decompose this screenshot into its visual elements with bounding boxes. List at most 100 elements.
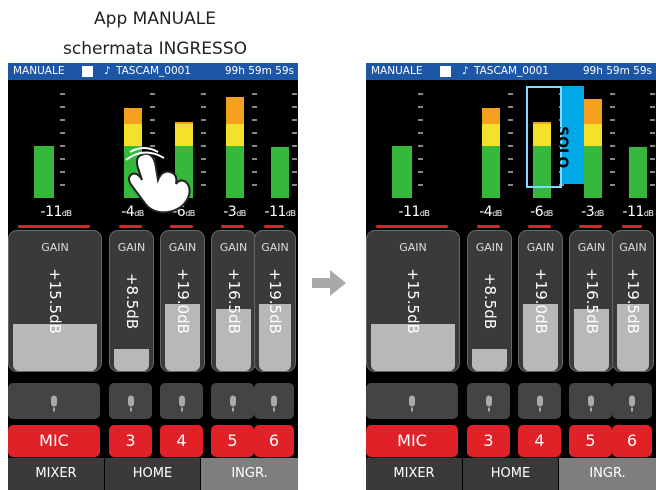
gain-fader[interactable]: GAIN +16.5dB (211, 230, 256, 372)
channel-strip: -11dB GAIN +19.5dB 6 (612, 80, 656, 490)
meter-tick (292, 158, 297, 160)
gain-fader[interactable]: GAIN +8.5dB (109, 230, 154, 372)
channel-button[interactable]: MIC (366, 425, 458, 457)
gain-fader[interactable]: GAIN +15.5dB (366, 230, 460, 372)
meter-tick (252, 158, 257, 160)
gain-indicator-line (579, 225, 602, 228)
level-unit: dB (594, 209, 604, 218)
music-note-icon: ♪ (462, 65, 469, 77)
gain-value: +8.5dB (480, 272, 499, 330)
level-meter (8, 83, 104, 205)
gain-value: +15.5dB (404, 268, 422, 334)
mic-input-button[interactable] (160, 383, 203, 419)
meter-tick (60, 145, 65, 147)
meter-tick (650, 171, 655, 173)
gain-indicator-line (528, 225, 551, 228)
gain-fader[interactable]: GAIN +15.5dB (8, 230, 102, 372)
meter-bar (392, 146, 412, 198)
microphone-icon (127, 395, 134, 412)
meter-tick (150, 106, 155, 108)
level-readout: -11dB (620, 204, 656, 220)
meter-tick (650, 184, 655, 186)
level-meter (366, 83, 462, 205)
status-bar: MANUALE ♪ TASCAM_0001 99h 59m 59s (8, 63, 298, 80)
checkbox[interactable] (82, 66, 93, 77)
channel-button[interactable]: 5 (569, 425, 612, 457)
microphone-icon (629, 395, 635, 412)
meter-green (481, 146, 500, 198)
meter-green (34, 146, 54, 198)
gain-label: GAIN (475, 241, 504, 254)
gain-label: GAIN (168, 241, 197, 254)
gain-indicator-line (221, 225, 244, 228)
meter-tick (508, 132, 513, 134)
mic-input-button[interactable] (8, 383, 100, 419)
meter-tick (610, 145, 615, 147)
mic-input-button[interactable] (569, 383, 612, 419)
checkbox[interactable] (440, 66, 451, 77)
meter-tick (150, 132, 155, 134)
mic-input-button[interactable] (254, 383, 294, 419)
meter-tick (508, 158, 513, 160)
gain-indicator-line (264, 225, 284, 228)
gain-fader[interactable]: GAIN +19.5dB (612, 230, 654, 372)
meter-tick (201, 93, 206, 95)
gain-fader[interactable]: GAIN +8.5dB (467, 230, 512, 372)
level-readout: -11dB (262, 204, 298, 220)
solo-highlight[interactable]: SOLO (526, 86, 584, 188)
meter-tick (252, 171, 257, 173)
meter-bar (271, 147, 289, 198)
channel-button[interactable]: 4 (518, 425, 561, 457)
channel-button[interactable]: 6 (612, 425, 652, 457)
channel-strip: -4dB GAIN +8.5dB 3 (109, 80, 156, 490)
mic-input-button[interactable] (109, 383, 152, 419)
meter-tick (650, 106, 655, 108)
gain-label: GAIN (261, 241, 289, 254)
channel-button[interactable]: 5 (211, 425, 254, 457)
meter-tick (418, 106, 423, 108)
app-title: MANUALE (13, 65, 65, 77)
channel-strip: -11dB GAIN +19.5dB 6 (254, 80, 298, 490)
mic-input-button[interactable] (211, 383, 254, 419)
meter-tick (292, 145, 297, 147)
meter-tick (252, 145, 257, 147)
app-title: MANUALE (371, 65, 423, 77)
gain-fader[interactable]: GAIN +19.0dB (160, 230, 205, 372)
meter-orange (225, 97, 244, 124)
level-readout: -3dB (211, 204, 258, 220)
remaining-time: 99h 59m 59s (582, 65, 652, 77)
meter-yellow (481, 124, 500, 146)
meter-tick (252, 184, 257, 186)
meter-tick (292, 106, 297, 108)
meter-tick (508, 119, 513, 121)
channel-button[interactable]: 3 (467, 425, 510, 457)
meter-tick (252, 93, 257, 95)
channel-strip: -6dB GAIN +19.0dB 4 (160, 80, 207, 490)
channel-button[interactable]: 3 (109, 425, 152, 457)
channel-strip: -11dB GAIN +15.5dB MIC (8, 80, 104, 490)
meter-tick (610, 132, 615, 134)
file-name: TASCAM_0001 (116, 65, 191, 77)
channel-button[interactable]: 6 (254, 425, 294, 457)
meter-tick (60, 132, 65, 134)
meter-tick (610, 171, 615, 173)
level-meter (620, 83, 656, 205)
meter-bar (481, 108, 500, 198)
gain-fader[interactable]: GAIN +19.0dB (518, 230, 563, 372)
mic-input-button[interactable] (467, 383, 510, 419)
mic-input-button[interactable] (518, 383, 561, 419)
mic-input-button[interactable] (366, 383, 458, 419)
microphone-icon (229, 395, 236, 412)
mic-input-button[interactable] (612, 383, 652, 419)
meter-tick (252, 132, 257, 134)
gain-value: +19.0dB (173, 268, 192, 334)
channel-button[interactable]: MIC (8, 425, 100, 457)
gain-fader[interactable]: GAIN +16.5dB (569, 230, 614, 372)
meter-green (583, 146, 602, 198)
gain-value: +15.5dB (46, 268, 64, 334)
gain-fader[interactable]: GAIN +19.5dB (254, 230, 296, 372)
gain-value: +16.5dB (582, 268, 601, 334)
gain-fader-fill (472, 349, 507, 371)
channel-button[interactable]: 4 (160, 425, 203, 457)
gain-indicator-line (170, 225, 193, 228)
